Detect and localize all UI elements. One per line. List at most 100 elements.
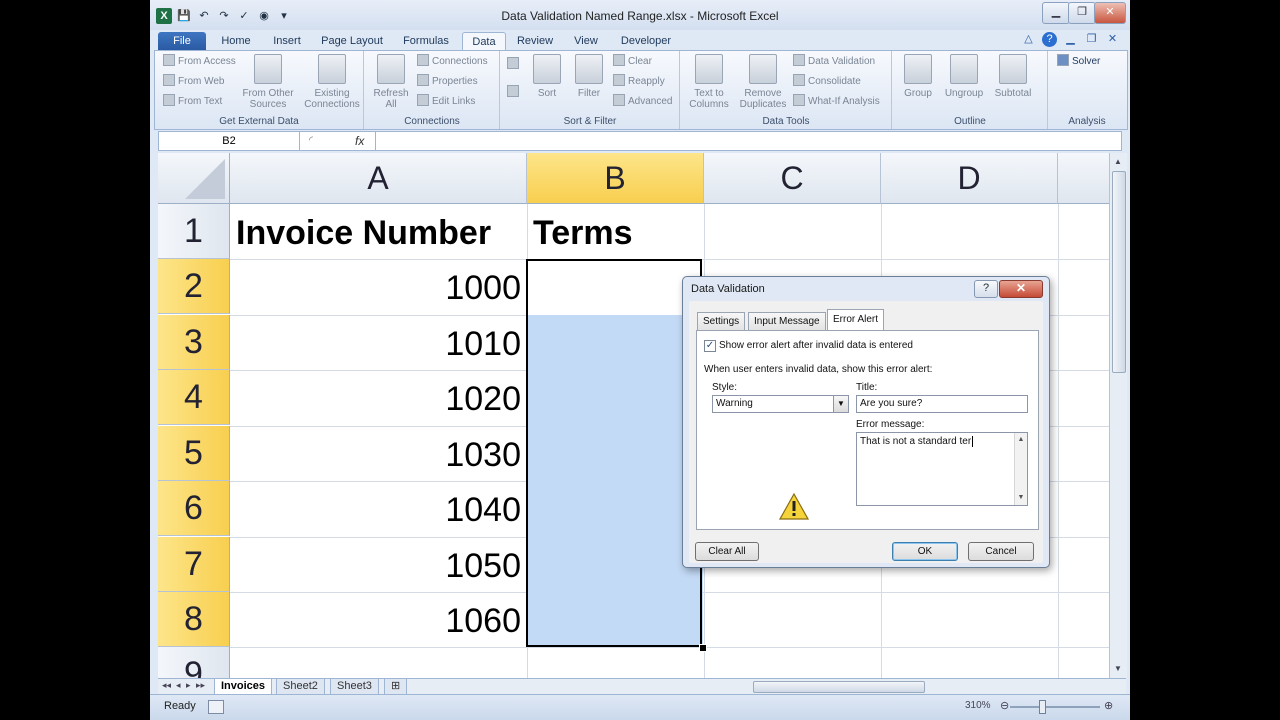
column-header-b[interactable]: B (527, 153, 704, 204)
row-header-8[interactable]: 8 (158, 592, 230, 647)
tab-data[interactable]: Data (462, 32, 506, 51)
tab-file[interactable]: File (158, 32, 206, 50)
zoom-level[interactable]: 310% (965, 700, 991, 711)
tab-input-message[interactable]: Input Message (748, 312, 826, 330)
cell-a6[interactable]: 1040 (230, 483, 521, 538)
existing-connections-button[interactable]: Existing Connections (301, 54, 363, 110)
edit-links-button[interactable]: Edit Links (417, 94, 475, 110)
cancel-button[interactable]: Cancel (968, 542, 1034, 561)
next-sheet-icon[interactable]: ▸ (186, 680, 191, 691)
insert-function-icon[interactable]: fx (355, 132, 364, 150)
scroll-down-icon[interactable]: ▼ (1112, 663, 1124, 675)
row-header-3[interactable]: 3 (158, 315, 230, 370)
macro-record-icon[interactable] (208, 700, 224, 714)
cell-a2[interactable]: 1000 (230, 261, 521, 316)
insert-sheet-icon[interactable]: ⊞ (384, 679, 408, 695)
minimize-ribbon-icon[interactable]: △ (1021, 32, 1036, 47)
data-validation-button[interactable]: Data Validation (793, 54, 875, 70)
style-dropdown[interactable]: Warning ▼ (712, 395, 849, 413)
dialog-close-button[interactable]: ✕ (999, 280, 1043, 298)
row-header-1[interactable]: 1 (158, 204, 230, 259)
column-header-c[interactable]: C (704, 153, 881, 204)
properties-button[interactable]: Properties (417, 74, 478, 90)
column-header-d[interactable]: D (881, 153, 1058, 204)
name-box[interactable]: B2 (159, 132, 300, 150)
clear-all-button[interactable]: Clear All (695, 542, 759, 561)
zoom-slider[interactable] (1010, 706, 1100, 708)
prev-sheet-icon[interactable]: ◂ (176, 680, 181, 691)
filter-button[interactable]: Filter (569, 54, 609, 99)
sort-button[interactable]: Sort (527, 54, 567, 99)
cell-a5[interactable]: 1030 (230, 428, 521, 483)
show-alert-checkbox[interactable]: ✓ (704, 340, 716, 352)
formula-input[interactable] (375, 132, 1116, 150)
from-web-button[interactable]: From Web (163, 74, 225, 90)
from-access-button[interactable]: From Access (163, 54, 236, 70)
tab-review[interactable]: Review (512, 32, 558, 50)
restore-button[interactable]: ❐ (1068, 2, 1096, 24)
sort-ascending-button[interactable] (507, 57, 522, 73)
select-all-button[interactable] (158, 153, 230, 204)
row-header-2[interactable]: 2 (158, 259, 230, 314)
zoom-in-icon[interactable]: ⊕ (1104, 699, 1113, 712)
tab-settings-dialog[interactable]: Settings (697, 312, 746, 330)
scroll-up-icon[interactable]: ▲ (1112, 156, 1124, 168)
minimize-button[interactable]: ▁ (1042, 2, 1070, 24)
row-header-5[interactable]: 5 (158, 426, 230, 481)
name-box-dropdown-icon[interactable]: ◜ (309, 135, 313, 146)
message-scrollbar[interactable]: ▲ ▼ (1014, 433, 1027, 505)
from-other-sources-button[interactable]: From Other Sources (237, 54, 299, 110)
reapply-button[interactable]: Reapply (613, 74, 665, 90)
clear-button[interactable]: Clear (613, 54, 652, 70)
window-restore-icon[interactable]: ❐ (1084, 32, 1099, 47)
help-icon[interactable]: ? (1042, 32, 1057, 47)
advanced-button[interactable]: Advanced (613, 94, 672, 110)
tab-view[interactable]: View (566, 32, 606, 50)
last-sheet-icon[interactable]: ▸▸ (196, 680, 205, 691)
scroll-down-icon[interactable]: ▼ (1015, 491, 1027, 505)
tab-home[interactable]: Home (216, 32, 256, 50)
row-header-9[interactable]: 9 (158, 647, 230, 678)
close-window-button[interactable]: ✕ (1094, 2, 1126, 24)
ungroup-button[interactable]: Ungroup (939, 54, 989, 99)
cell-a7[interactable]: 1050 (230, 539, 521, 594)
refresh-all-button[interactable]: Refresh All (371, 54, 411, 110)
vertical-scrollbar[interactable]: ▲ ▼ (1109, 153, 1127, 678)
column-header-a[interactable]: A (230, 153, 527, 204)
row-header-7[interactable]: 7 (158, 537, 230, 592)
zoom-out-icon[interactable]: ⊖ (1000, 699, 1009, 712)
connections-button[interactable]: Connections (417, 54, 488, 70)
window-close-icon[interactable]: ✕ (1105, 32, 1120, 47)
cell-a8[interactable]: 1060 (230, 594, 521, 649)
error-message-input[interactable]: That is not a standard ter ▲ ▼ (856, 432, 1028, 506)
first-sheet-icon[interactable]: ◂◂ (162, 680, 171, 691)
consolidate-button[interactable]: Consolidate (793, 74, 861, 90)
chevron-down-icon[interactable]: ▼ (833, 396, 848, 412)
row-header-6[interactable]: 6 (158, 481, 230, 536)
row-header-4[interactable]: 4 (158, 370, 230, 425)
sheet-tab-sheet3[interactable]: Sheet3 (330, 679, 379, 695)
sheet-tab-sheet2[interactable]: Sheet2 (276, 679, 325, 695)
scroll-up-icon[interactable]: ▲ (1015, 433, 1027, 447)
ok-button[interactable]: OK (892, 542, 958, 561)
solver-button[interactable]: Solver (1057, 54, 1100, 70)
cell-a1[interactable]: Invoice Number (236, 206, 491, 261)
window-minimize-icon[interactable]: ▁ (1063, 32, 1078, 47)
tab-formulas[interactable]: Formulas (396, 32, 456, 50)
zoom-slider-knob[interactable] (1039, 700, 1046, 714)
tab-error-alert[interactable]: Error Alert (827, 309, 885, 331)
cell-a3[interactable]: 1010 (230, 317, 521, 372)
remove-duplicates-button[interactable]: Remove Duplicates (735, 54, 791, 110)
title-input[interactable]: Are you sure? (856, 395, 1028, 413)
from-text-button[interactable]: From Text (163, 94, 222, 110)
tab-developer[interactable]: Developer (614, 32, 678, 50)
what-if-analysis-button[interactable]: What-If Analysis (793, 94, 880, 110)
subtotal-button[interactable]: Subtotal (989, 54, 1037, 99)
column-header-e[interactable] (1058, 153, 1109, 204)
cell-b1[interactable]: Terms (533, 206, 633, 261)
cell-a4[interactable]: 1020 (230, 372, 521, 427)
text-to-columns-button[interactable]: Text to Columns (683, 54, 735, 110)
vertical-scroll-thumb[interactable] (1112, 171, 1126, 373)
fill-handle[interactable] (699, 644, 707, 652)
sort-descending-button[interactable] (507, 85, 522, 101)
